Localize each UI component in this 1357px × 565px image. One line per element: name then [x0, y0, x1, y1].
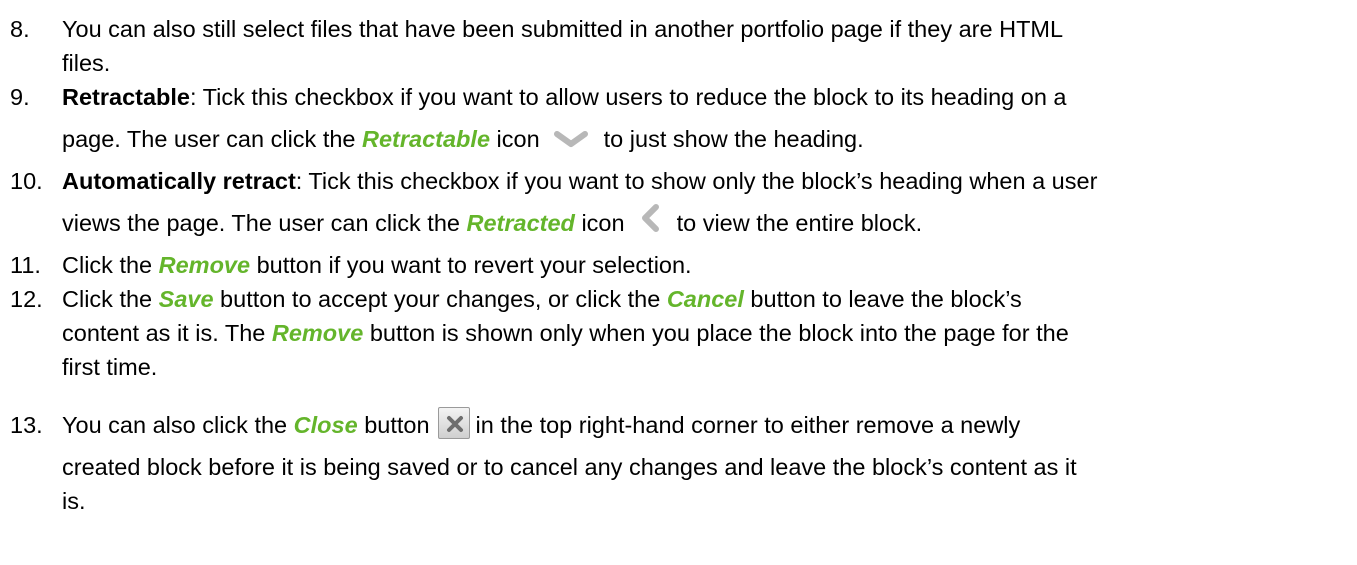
text-span: : Tick this checkbox if you want to allo…	[190, 84, 1067, 110]
text-span: content as it is. The	[62, 320, 272, 346]
text-span: page. The user can click the	[62, 126, 363, 152]
retractable-label: Retractable	[362, 126, 491, 152]
item-text: Automatically retract: Tick this checkbo…	[62, 164, 1327, 248]
text-line: page. The user can click the Retractable…	[62, 114, 1327, 164]
text-line: Click the Remove button if you want to r…	[62, 248, 1327, 282]
term-automatically-retract: Automatically retract	[62, 168, 296, 194]
save-label: Save	[158, 286, 214, 312]
term-retractable: Retractable	[62, 84, 190, 110]
item-text: You can also click the Close button in th…	[62, 400, 1327, 518]
chevron-down-icon	[553, 116, 588, 166]
text-span: in the top right-hand corner to either r…	[475, 412, 1021, 438]
item-number: 9.	[10, 84, 30, 110]
item-number: 12.	[10, 286, 43, 312]
close-icon	[437, 407, 470, 439]
text-line: You can also still select files that hav…	[62, 16, 1064, 42]
item-number: 13.	[10, 412, 43, 438]
item-number: 8.	[10, 16, 30, 42]
text-line: files.	[62, 50, 111, 76]
item-number: 11.	[10, 252, 41, 278]
text-line: views the page. The user can click the R…	[62, 198, 1327, 248]
item-text: Retractable: Tick this checkbox if you w…	[62, 80, 1327, 164]
text-span: to view the entire block.	[676, 210, 923, 236]
text-line: Retractable: Tick this checkbox if you w…	[62, 80, 1327, 114]
item-number: 10.	[10, 168, 43, 194]
item-text: Click the Save button to accept your cha…	[62, 282, 1327, 384]
text-span: views the page. The user can click the	[62, 210, 467, 236]
text-span: You can also click the	[62, 412, 294, 438]
text-line: Click the Save button to accept your cha…	[62, 282, 1327, 316]
text-span: Click the	[62, 286, 159, 312]
text-span: to just show the heading.	[603, 126, 864, 152]
text-span: icon	[574, 210, 625, 236]
remove-label: Remove	[271, 320, 364, 346]
text-span: button to leave the block’s	[743, 286, 1022, 312]
text-line: content as it is. The Remove button is s…	[62, 316, 1327, 350]
cancel-label: Cancel	[666, 286, 744, 312]
item-text: You can also still select files that hav…	[62, 12, 1327, 80]
text-span: button is shown only when you place the …	[363, 320, 1069, 346]
text-span: button	[357, 412, 430, 438]
text-span: icon	[490, 126, 540, 152]
text-span: button if you want to revert your select…	[250, 252, 692, 278]
remove-label: Remove	[158, 252, 251, 278]
text-span: : Tick this checkbox if you want to show…	[295, 168, 1098, 194]
text-span: button to accept your changes, or click …	[213, 286, 667, 312]
item-text: Click the Remove button if you want to r…	[62, 248, 1327, 282]
close-label: Close	[293, 412, 358, 438]
text-span: Click the	[62, 252, 159, 278]
retracted-label: Retracted	[466, 210, 575, 236]
text-line: You can also click the Close button in th…	[62, 400, 1327, 450]
chevron-left-icon	[639, 200, 661, 250]
text-line: is.	[62, 488, 86, 514]
text-line: Automatically retract: Tick this checkbo…	[62, 164, 1327, 198]
text-line: created block before it is being saved o…	[62, 454, 1077, 480]
text-line: first time.	[62, 354, 158, 380]
